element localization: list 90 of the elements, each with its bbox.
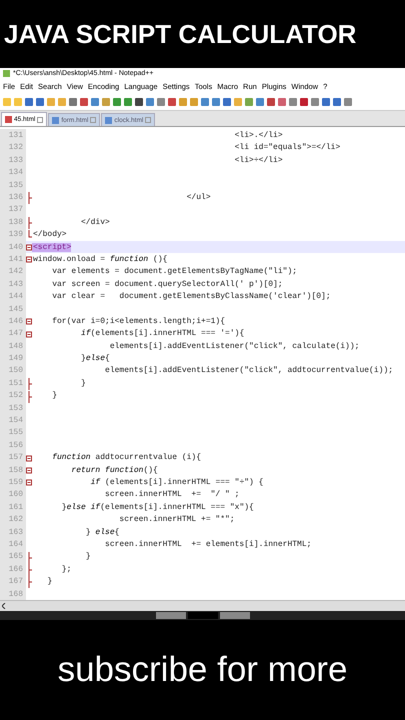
line-number: 141 bbox=[0, 253, 26, 266]
code-line: } bbox=[51, 391, 58, 400]
code-line: <li>÷</li> bbox=[234, 156, 283, 165]
line-number: 134 bbox=[0, 166, 26, 179]
line-number: 164 bbox=[0, 538, 26, 551]
line-number: 143 bbox=[0, 278, 26, 290]
line-number: 136 bbox=[0, 191, 26, 204]
code-line: }; bbox=[60, 564, 72, 574]
line-number: 160 bbox=[0, 488, 26, 502]
toolbar-square-icon[interactable] bbox=[36, 98, 44, 106]
code-line: </ul> bbox=[186, 193, 211, 202]
code-line: }else if(elements[i].innerHTML === "x"){ bbox=[60, 502, 254, 512]
toolbar-square-icon[interactable] bbox=[333, 98, 341, 106]
line-number: 167 bbox=[0, 575, 26, 588]
line-number: 138 bbox=[0, 216, 26, 228]
close-icon[interactable] bbox=[90, 117, 96, 124]
line-number: 137 bbox=[0, 204, 26, 216]
line-number: 144 bbox=[0, 290, 26, 303]
line-number: 166 bbox=[0, 563, 26, 576]
toolbar-square-icon[interactable] bbox=[300, 98, 308, 106]
caption-text: subscribe for more bbox=[58, 650, 348, 690]
taskbar-item[interactable] bbox=[220, 612, 250, 620]
code-line: if (elements[i].innerHTML === "÷") { bbox=[90, 478, 264, 487]
line-number: 131 bbox=[0, 129, 26, 142]
taskbar-item[interactable] bbox=[156, 612, 186, 620]
code-line: } bbox=[80, 378, 86, 388]
line-number: 146 bbox=[0, 315, 26, 328]
code-line: var screen = document.querySelectorAll(' p')[0]; bbox=[51, 280, 283, 289]
line-number: 163 bbox=[0, 526, 26, 538]
code-line: </div> bbox=[80, 218, 110, 227]
file-icon bbox=[5, 116, 12, 124]
line-number: 140 bbox=[0, 240, 26, 254]
toolbar-square-icon[interactable] bbox=[25, 98, 33, 106]
line-number: 158 bbox=[0, 464, 26, 476]
line-number: 153 bbox=[0, 402, 26, 414]
code-line: if(elements[i].innerHTML === '='){ bbox=[80, 329, 244, 338]
line-number: 142 bbox=[0, 266, 26, 278]
line-number: 152 bbox=[0, 390, 26, 402]
caption-text: JAVA SCRIPT CALCULATOR bbox=[4, 18, 356, 50]
toolbar-square-icon[interactable] bbox=[135, 98, 143, 106]
app-icon bbox=[3, 70, 10, 78]
line-number: 139 bbox=[0, 228, 26, 241]
line-number: 147 bbox=[0, 328, 26, 340]
code-line: screen.innerHTML += "/ " ; bbox=[104, 490, 240, 500]
file-icon bbox=[52, 116, 60, 124]
line-number: 156 bbox=[0, 439, 26, 452]
line-number: 151 bbox=[0, 377, 26, 390]
close-icon[interactable] bbox=[145, 117, 152, 124]
toolbar-square-icon[interactable] bbox=[69, 98, 77, 106]
code-line: elements[i].addEventListener("click", addtocurrentvalue(i)); bbox=[104, 366, 394, 376]
line-number: 155 bbox=[0, 426, 26, 440]
code-line: } bbox=[84, 552, 91, 562]
code-line: function addtocurrentvalue (i){ bbox=[51, 453, 202, 462]
line-number: 148 bbox=[0, 340, 26, 352]
line-number: 165 bbox=[0, 550, 26, 564]
code-line: screen.innerHTML += elements[i].innerHTML; bbox=[104, 540, 312, 549]
line-number: 150 bbox=[0, 364, 26, 378]
line-number: 154 bbox=[0, 414, 26, 427]
line-number: 145 bbox=[0, 302, 26, 316]
code-line: var clear = document.getElementsByClassName('clear')[0]; bbox=[51, 292, 331, 302]
code-line: } bbox=[46, 577, 52, 586]
line-number: 168 bbox=[0, 588, 26, 600]
close-icon[interactable] bbox=[37, 116, 44, 123]
code-line: for(var i=0;i<elements.length;i+=1){ bbox=[51, 316, 226, 326]
toolbar-square-icon[interactable] bbox=[267, 98, 275, 106]
horizontal-scrollbar[interactable] bbox=[0, 600, 405, 612]
toolbar-square-icon[interactable] bbox=[223, 98, 231, 106]
line-number: 162 bbox=[0, 513, 26, 526]
code-line: <li>.</li> bbox=[234, 131, 283, 140]
code-line: </body> bbox=[32, 230, 67, 240]
code-line: return function(){ bbox=[70, 466, 158, 475]
line-number: 157 bbox=[0, 452, 26, 464]
code-line: <li id="equals">=</li> bbox=[234, 143, 340, 152]
code-line: var elements = document.getElementsByTagName("li"); bbox=[51, 267, 298, 276]
code-line: elements[i].addEventListener("click", calculate(i)); bbox=[108, 342, 360, 351]
toolbar-square-icon[interactable] bbox=[322, 98, 330, 106]
code-line: } else{ bbox=[84, 528, 120, 537]
toolbar-square-icon[interactable] bbox=[80, 98, 88, 106]
line-number: 135 bbox=[0, 178, 26, 192]
file-icon bbox=[105, 116, 112, 124]
line-number: 161 bbox=[0, 501, 26, 514]
toolbar-square-icon[interactable] bbox=[168, 98, 176, 106]
fold-line-icon bbox=[26, 192, 32, 204]
line-number: 159 bbox=[0, 476, 26, 489]
line-number: 133 bbox=[0, 154, 26, 167]
line-number: 132 bbox=[0, 142, 26, 154]
code-line: }else{ bbox=[80, 354, 110, 364]
line-number: 149 bbox=[0, 352, 26, 365]
code-line: window.onload = function (){ bbox=[32, 254, 168, 264]
code-line: screen.innerHTML += "*"; bbox=[118, 515, 235, 524]
